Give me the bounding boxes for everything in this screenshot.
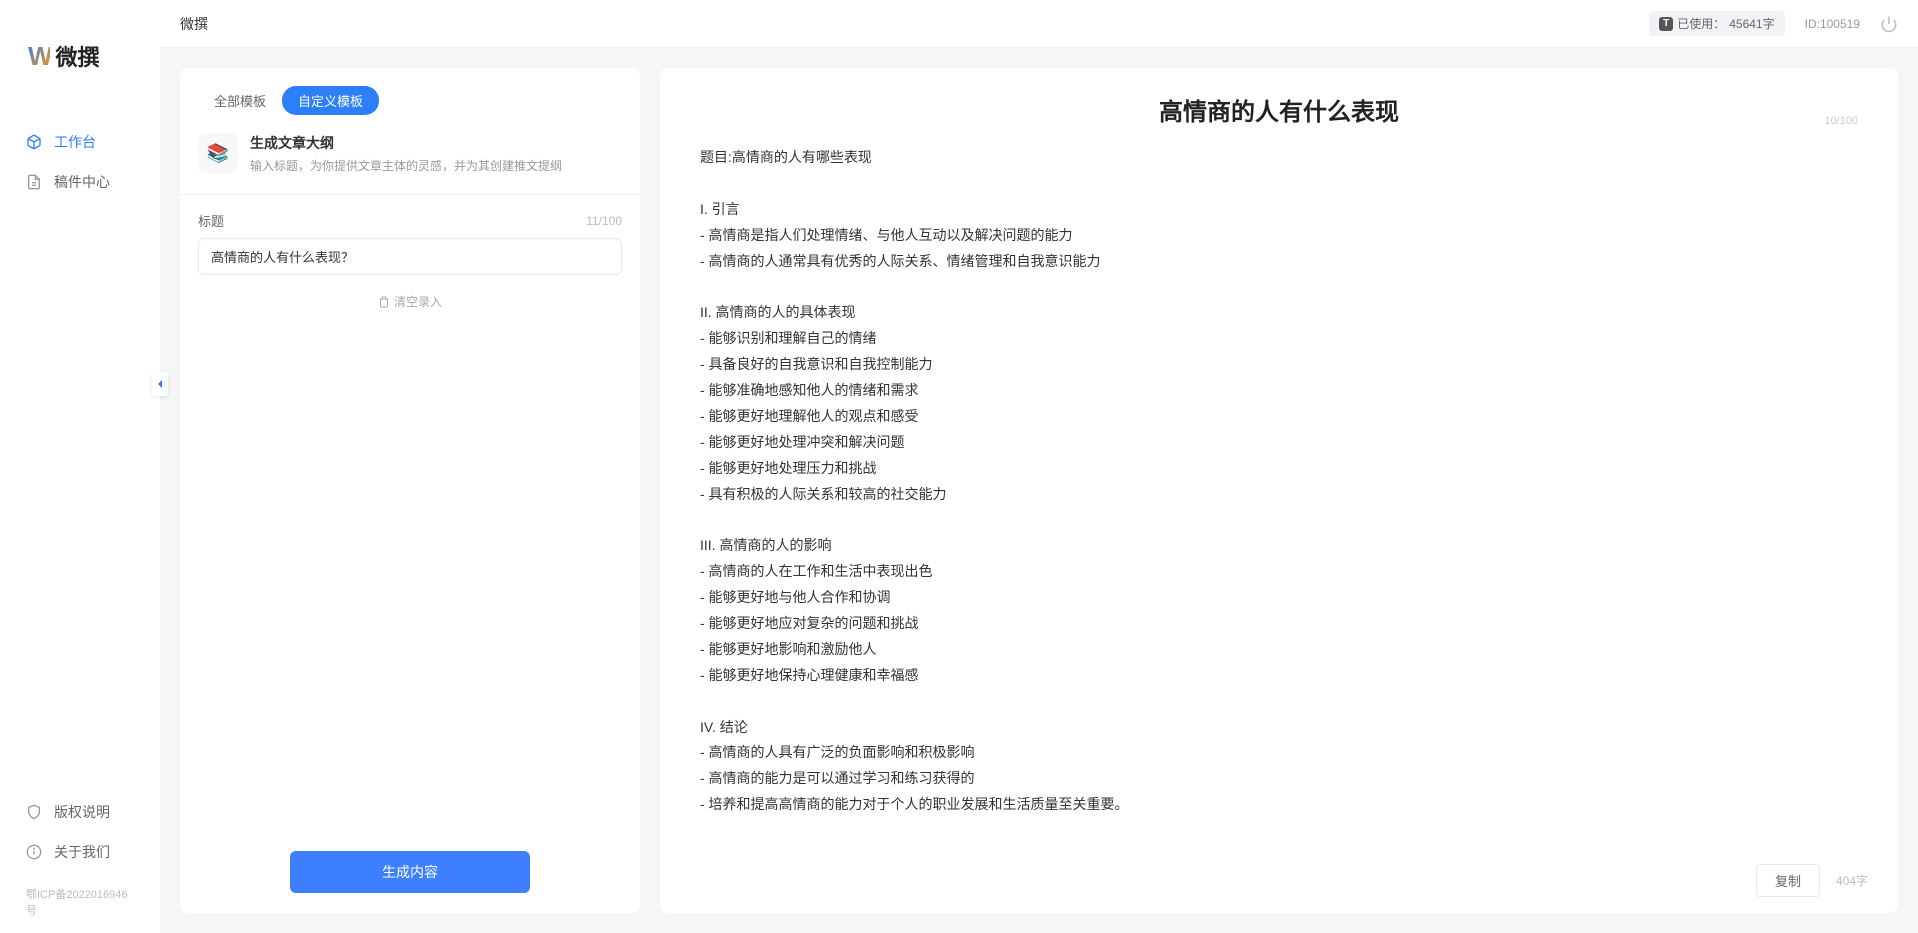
- tab-all-templates[interactable]: 全部模板: [198, 86, 282, 115]
- nav-label: 关于我们: [54, 842, 110, 862]
- clear-button[interactable]: 清空录入: [198, 293, 622, 310]
- nav-bottom: 版权说明 关于我们: [0, 792, 160, 882]
- word-count: 404字: [1836, 872, 1868, 889]
- info-icon: [26, 844, 42, 860]
- usage-value: 45641字: [1729, 15, 1774, 32]
- output-panel: 高情商的人有什么表现 10/100 题目:高情商的人有哪些表现 I. 引言 - …: [660, 68, 1898, 913]
- nav-label: 工作台: [54, 132, 96, 152]
- content: 全部模板 自定义模板 📚 生成文章大纲 输入标题，为你提供文章主体的灵感，并为其…: [160, 48, 1918, 933]
- nav-menu: 工作台 稿件中心: [0, 102, 160, 792]
- doc-title-counter: 10/100: [1824, 115, 1858, 127]
- logo-icon: W: [28, 41, 50, 72]
- title-counter: 11/100: [586, 214, 622, 228]
- document-footer: 复制 404字: [660, 854, 1898, 897]
- tab-custom-templates[interactable]: 自定义模板: [282, 86, 379, 115]
- logo-text: 微撰: [56, 40, 100, 72]
- title-input[interactable]: [198, 238, 622, 275]
- user-id: ID:100519: [1805, 17, 1860, 31]
- document-icon: [26, 174, 42, 190]
- generate-button[interactable]: 生成内容: [290, 851, 530, 893]
- icp-footer: 鄂ICP备2022016946号: [0, 882, 160, 933]
- nav-about[interactable]: 关于我们: [0, 832, 160, 872]
- books-icon: 📚: [198, 133, 238, 173]
- nav-label: 稿件中心: [54, 172, 110, 192]
- trash-icon: [378, 296, 390, 308]
- template-title: 生成文章大纲: [250, 133, 622, 153]
- topbar: 微撰 T 已使用： 45641字 ID:100519: [160, 0, 1918, 48]
- shield-icon: [26, 804, 42, 820]
- text-icon: T: [1659, 17, 1673, 31]
- input-panel: 全部模板 自定义模板 📚 生成文章大纲 输入标题，为你提供文章主体的灵感，并为其…: [180, 68, 640, 913]
- page-title: 微撰: [180, 14, 208, 34]
- sidebar-collapse-button[interactable]: [152, 372, 168, 396]
- template-tabs: 全部模板 自定义模板: [180, 86, 640, 115]
- document-title[interactable]: 高情商的人有什么表现: [1159, 92, 1399, 127]
- form-section: 标题 11/100 清空录入: [180, 211, 640, 851]
- sidebar: W 微撰 工作台 稿件中心 版权说明: [0, 0, 160, 933]
- nav-workspace[interactable]: 工作台: [0, 122, 160, 162]
- template-card: 📚 生成文章大纲 输入标题，为你提供文章主体的灵感，并为其创建推文提纲: [180, 133, 640, 195]
- usage-badge[interactable]: T 已使用： 45641字: [1649, 11, 1784, 36]
- power-button[interactable]: [1880, 15, 1898, 33]
- cube-icon: [26, 134, 42, 150]
- usage-prefix: 已使用：: [1677, 15, 1725, 32]
- template-desc: 输入标题，为你提供文章主体的灵感，并为其创建推文提纲: [250, 157, 622, 174]
- title-label: 标题: [198, 211, 224, 230]
- logo: W 微撰: [0, 0, 160, 102]
- nav-label: 版权说明: [54, 802, 110, 822]
- document-body[interactable]: 题目:高情商的人有哪些表现 I. 引言 - 高情商是指人们处理情绪、与他人互动以…: [660, 145, 1898, 854]
- nav-drafts[interactable]: 稿件中心: [0, 162, 160, 202]
- main-area: 微撰 T 已使用： 45641字 ID:100519 全部模板 自定义模板: [160, 0, 1918, 933]
- nav-copyright[interactable]: 版权说明: [0, 792, 160, 832]
- clear-label: 清空录入: [394, 293, 442, 310]
- copy-button[interactable]: 复制: [1756, 864, 1820, 897]
